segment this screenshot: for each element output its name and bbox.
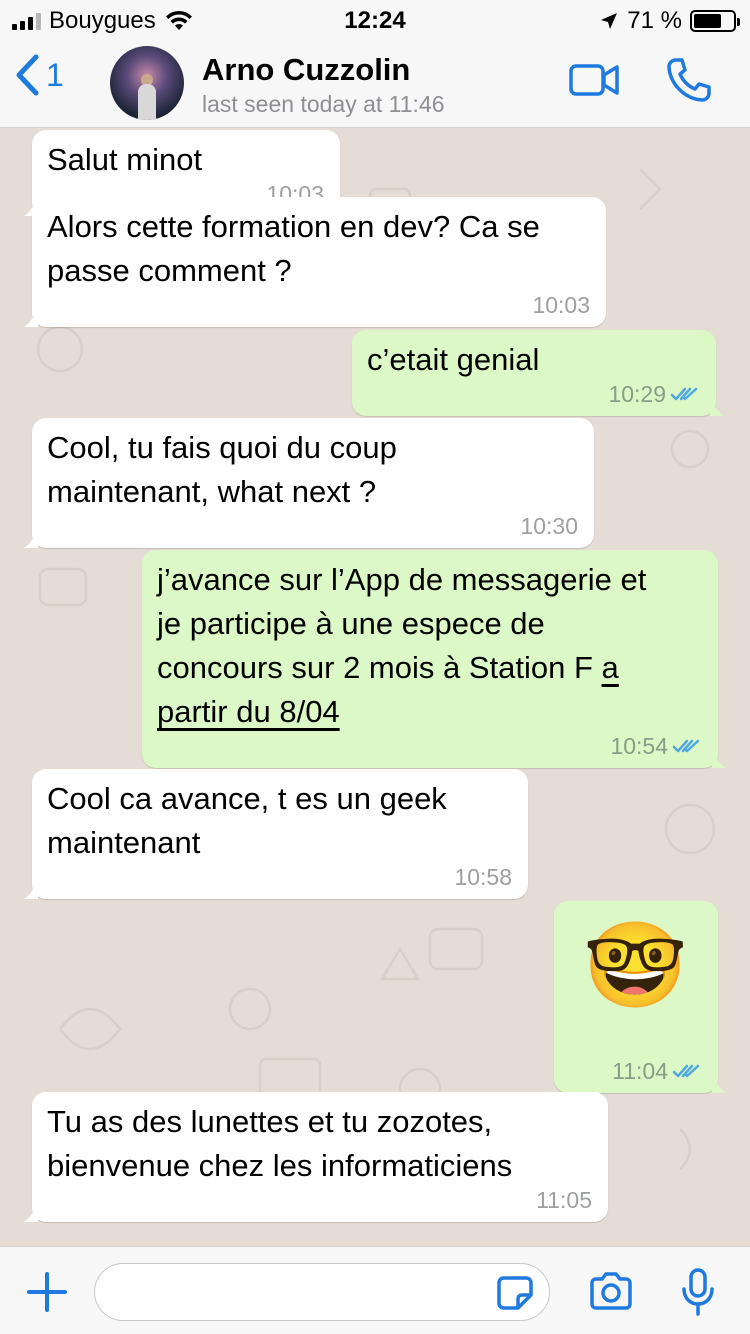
message-timestamp: 10:03 xyxy=(532,293,590,317)
message-timestamp: 11:05 xyxy=(536,1188,592,1212)
message-line: concours sur 2 mois à Station F xyxy=(157,650,593,685)
message-line[interactable]: partir du 8/04 xyxy=(157,694,340,729)
sticker-icon[interactable] xyxy=(496,1275,534,1311)
message-line: c’etait genial xyxy=(367,342,540,377)
bubble-tail xyxy=(24,879,38,899)
location-arrow-icon xyxy=(601,13,618,29)
bubble-tail xyxy=(710,396,724,416)
contact-last-seen: last seen today at 11:46 xyxy=(202,91,445,117)
contact-name[interactable]: Arno Cuzzolin xyxy=(202,52,410,88)
message-timestamp: 10:30 xyxy=(520,514,578,538)
message-input[interactable] xyxy=(94,1263,550,1321)
outgoing-message-bubble[interactable]: 🤓 11:04 xyxy=(554,901,726,1093)
message-text: j’avance sur l’App de messagerie et je pa… xyxy=(157,558,702,734)
incoming-message-bubble[interactable]: Alors cette formation en dev? Ca se passe… xyxy=(24,197,606,327)
message-text: Salut minot xyxy=(47,138,324,182)
message-timestamp: 10:54 xyxy=(610,734,702,758)
status-right: 71 % xyxy=(599,7,740,35)
phone-icon[interactable] xyxy=(664,56,714,104)
bubble-tail xyxy=(24,528,38,548)
chat-header: 1 Arno Cuzzolin last seen today at 11:46 xyxy=(0,40,750,128)
battery-icon xyxy=(690,10,740,32)
message-time: 11:04 xyxy=(612,1058,668,1084)
message-time: 10:29 xyxy=(608,381,666,407)
message-line[interactable]: a xyxy=(602,650,619,685)
back-chevron-icon xyxy=(16,54,39,96)
message-line: je participe à une espece de xyxy=(157,606,545,641)
video-call-icon[interactable] xyxy=(568,62,620,98)
bubble-tail xyxy=(712,1073,726,1093)
incoming-message-bubble[interactable]: Tu as des lunettes et tu zozotes, bienven… xyxy=(24,1092,608,1222)
unread-count: 1 xyxy=(46,56,64,93)
message-line: Cool, tu fais quoi du coup xyxy=(47,430,397,465)
message-text: c’etait genial xyxy=(367,338,700,382)
message-time: 11:05 xyxy=(536,1187,592,1213)
chat-area[interactable]: Salut minot 10:03 Alors cette formation en… xyxy=(0,129,750,1246)
outgoing-message-bubble[interactable]: j’avance sur l’App de messagerie et je pa… xyxy=(142,550,726,768)
incoming-message-bubble[interactable]: Cool ca avance, t es un geek maintenant 10… xyxy=(24,769,528,899)
outgoing-message-bubble[interactable]: c’etait genial 10:29 xyxy=(352,330,724,416)
message-timestamp: 11:04 xyxy=(612,1059,702,1083)
nerd-face-emoji: 🤓 xyxy=(583,916,688,1014)
avatar-body xyxy=(138,84,156,120)
avatar[interactable] xyxy=(110,46,184,120)
double-check-icon xyxy=(672,1064,700,1078)
message-text: Alors cette formation en dev? Ca se passe… xyxy=(47,205,590,293)
message-time: 10:03 xyxy=(532,292,590,318)
double-check-icon xyxy=(670,387,698,401)
message-text: Tu as des lunettes et tu zozotes, bienven… xyxy=(47,1100,592,1188)
double-check-icon xyxy=(672,739,700,753)
incoming-message-bubble[interactable]: Cool, tu fais quoi du coup maintenant, wh… xyxy=(24,418,594,548)
battery-percent: 71 % xyxy=(627,7,682,34)
composer-bar xyxy=(0,1246,750,1334)
plus-icon[interactable] xyxy=(26,1271,68,1313)
back-button[interactable]: 1 xyxy=(14,54,64,96)
bubble-tail xyxy=(24,307,38,327)
message-line: passe comment ? xyxy=(47,253,292,288)
message-line: Salut minot xyxy=(47,142,203,177)
bubble-tail xyxy=(24,1202,38,1222)
message-timestamp: 10:58 xyxy=(454,865,512,889)
camera-icon[interactable] xyxy=(588,1271,634,1311)
bubble-tail xyxy=(712,748,726,768)
message-line: bienvenue chez les informaticiens xyxy=(47,1148,513,1183)
message-time: 10:30 xyxy=(520,513,578,539)
message-line: maintenant, what next ? xyxy=(47,474,377,509)
message-line: j’avance sur l’App de messagerie et xyxy=(157,562,647,597)
message-time: 10:58 xyxy=(454,864,512,890)
message-line: Tu as des lunettes et tu zozotes, xyxy=(47,1104,493,1139)
message-line: maintenant xyxy=(47,825,201,860)
message-text: Cool, tu fais quoi du coup maintenant, wh… xyxy=(47,426,578,514)
message-line: Cool ca avance, t es un geek xyxy=(47,781,447,816)
message-line: Alors cette formation en dev? Ca se xyxy=(47,209,540,244)
battery-fill xyxy=(694,14,721,28)
status-bar: Bouygues 12:24 71 % xyxy=(0,0,750,40)
message-time: 10:54 xyxy=(610,733,668,759)
microphone-icon[interactable] xyxy=(680,1267,716,1317)
message-timestamp: 10:29 xyxy=(608,382,700,406)
message-text: Cool ca avance, t es un geek maintenant xyxy=(47,777,512,865)
